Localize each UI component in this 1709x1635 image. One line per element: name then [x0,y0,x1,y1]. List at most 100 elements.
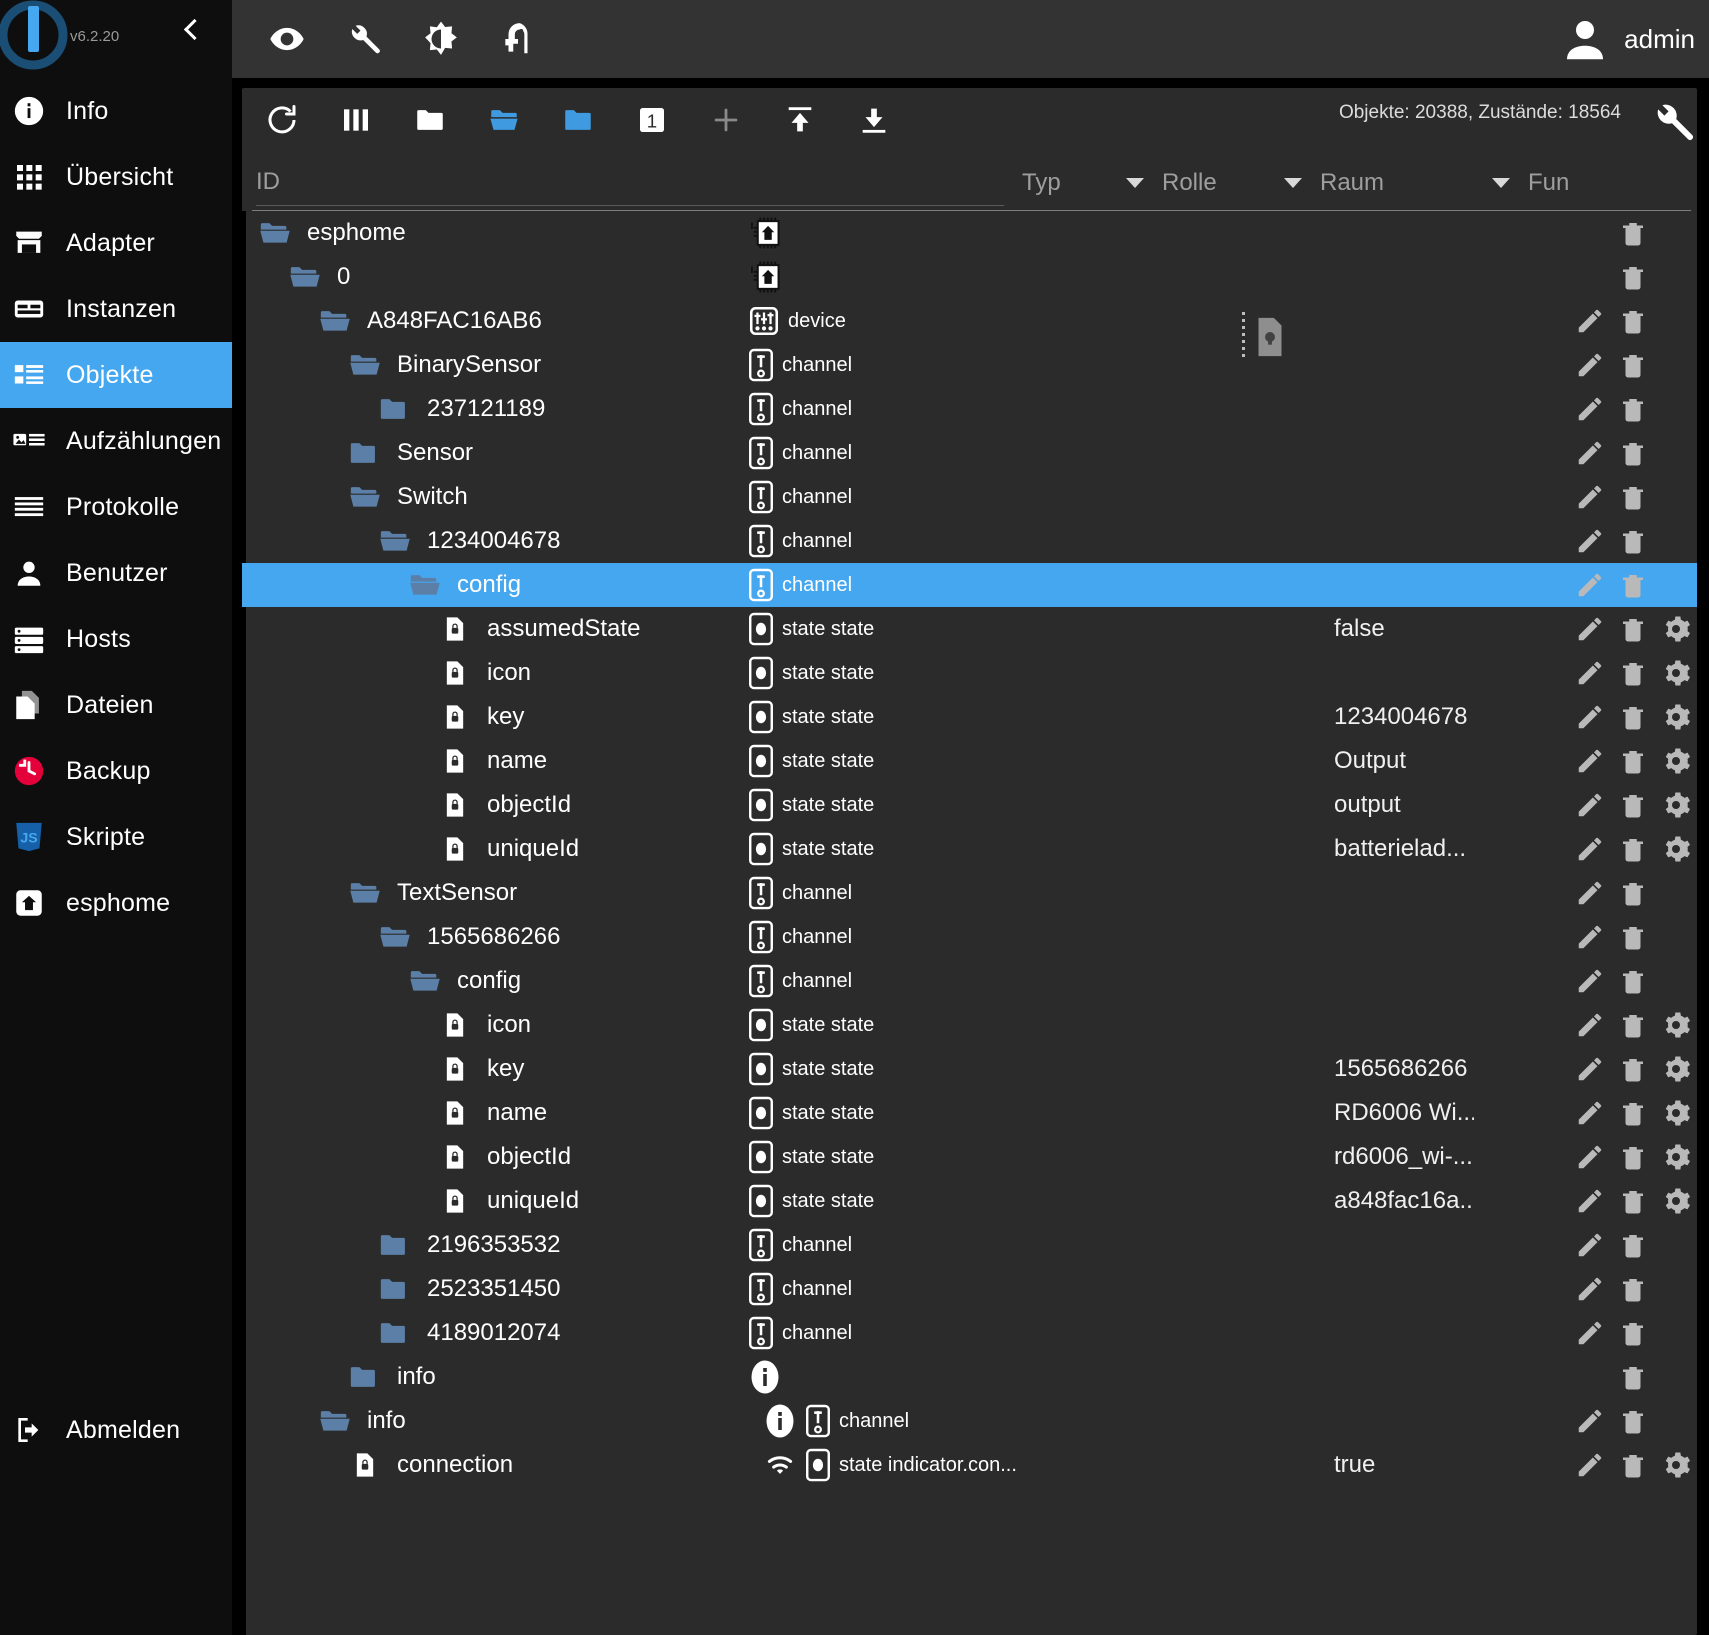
tree-row[interactable]: icon state state [242,651,1697,695]
edit-pencil-icon[interactable] [1575,658,1605,688]
tree-row-id[interactable]: objectId [242,788,571,822]
tree-row[interactable]: info [242,1355,1697,1399]
sidebar-item-objekte[interactable]: Objekte [0,342,232,408]
edit-pencil-icon[interactable] [1575,922,1605,952]
sidebar-item-protokolle[interactable]: Protokolle [0,474,232,540]
wrench-icon[interactable] [343,18,385,60]
delete-trash-icon[interactable] [1618,834,1648,864]
tree-row[interactable]: icon state state [242,1003,1697,1047]
tree-row-id[interactable]: esphome [242,216,406,250]
tree-row-id[interactable]: A848FAC16AB6 [242,304,542,338]
tree-row[interactable]: assumedState state state false [242,607,1697,651]
sidebar-item-backup[interactable]: Backup [0,738,232,804]
edit-pencil-icon[interactable] [1575,702,1605,732]
tree-row-id[interactable]: connection [242,1448,513,1482]
sidebar-item-esphome[interactable]: esphome [0,870,232,936]
tree-row-id[interactable]: 4189012074 [242,1316,560,1350]
delete-trash-icon[interactable] [1618,1098,1648,1128]
edit-pencil-icon[interactable] [1575,526,1605,556]
tree-row-id[interactable]: BinarySensor [242,348,541,382]
edit-pencil-icon[interactable] [1575,1406,1605,1436]
sidebar-item-benutzer[interactable]: Benutzer [0,540,232,606]
delete-trash-icon[interactable] [1618,1230,1648,1260]
tree-row-id[interactable]: 2196353532 [242,1228,560,1262]
tree-row[interactable]: key state state 1234004678 [242,695,1697,739]
tree-row-id[interactable]: key [242,700,524,734]
tree-row-id[interactable]: info [242,1404,406,1438]
tree-row[interactable]: uniqueId state state a848fac16a... [242,1179,1697,1223]
settings-gear-icon[interactable] [1661,834,1691,864]
tree-row[interactable]: objectId state state rd6006_wi-... [242,1135,1697,1179]
edit-pencil-icon[interactable] [1575,1318,1605,1348]
tree-row[interactable]: 4189012074 channel [242,1311,1697,1355]
tree-row-id[interactable]: info [242,1360,436,1394]
delete-trash-icon[interactable] [1618,1406,1648,1436]
delete-trash-icon[interactable] [1618,1142,1648,1172]
upload-icon[interactable] [778,98,822,142]
edit-pencil-icon[interactable] [1575,306,1605,336]
edit-pencil-icon[interactable] [1575,1186,1605,1216]
tree-row-id[interactable]: assumedState [242,612,640,646]
tree-row[interactable]: name state state Output [242,739,1697,783]
sidebar-collapse-button[interactable] [183,18,206,41]
tree-row[interactable]: config channel [242,563,1697,607]
edit-pencil-icon[interactable] [1575,1230,1605,1260]
tree-row[interactable]: name state state RD6006 Wi... [242,1091,1697,1135]
settings-wrench-icon[interactable] [1649,98,1697,151]
tree-row[interactable]: BinarySensor channel [242,343,1697,387]
settings-gear-icon[interactable] [1661,1186,1691,1216]
sidebar-item-aufz-hlungen[interactable]: Aufzählungen [0,408,232,474]
edit-pencil-icon[interactable] [1575,1142,1605,1172]
tree-row-id[interactable]: 2523351450 [242,1272,560,1306]
tree-row[interactable]: 1234004678 channel [242,519,1697,563]
edit-pencil-icon[interactable] [1575,1450,1605,1480]
user-menu[interactable]: admin [1558,0,1695,78]
tree-row-id[interactable]: Switch [242,480,468,514]
delete-trash-icon[interactable] [1618,614,1648,644]
tree-row[interactable]: esphome [242,211,1697,255]
tree-row[interactable]: 2523351450 channel [242,1267,1697,1311]
tree-row[interactable]: config channel [242,959,1697,1003]
delete-trash-icon[interactable] [1618,1054,1648,1084]
tree-row[interactable]: info channel [242,1399,1697,1443]
folder-filled-icon[interactable] [556,98,600,142]
tree-row-id[interactable]: config [242,568,521,602]
folder-closed-icon[interactable] [408,98,452,142]
delete-trash-icon[interactable] [1618,790,1648,820]
settings-gear-icon[interactable] [1661,1098,1691,1128]
settings-gear-icon[interactable] [1661,746,1691,776]
plus-icon[interactable] [704,98,748,142]
folder-open-icon[interactable] [482,98,526,142]
tree-row[interactable]: uniqueId state state batterielad... [242,827,1697,871]
tree-row-id[interactable]: name [242,1096,547,1130]
tree-row[interactable]: key state state 1565686266 [242,1047,1697,1091]
delete-trash-icon[interactable] [1618,1450,1648,1480]
columns-icon[interactable] [334,98,378,142]
tree-row-id[interactable]: 0 [242,260,350,294]
delete-trash-icon[interactable] [1618,218,1648,248]
edit-pencil-icon[interactable] [1575,1098,1605,1128]
sidebar-item--bersicht[interactable]: Übersicht [0,144,232,210]
tree-row-id[interactable]: icon [242,1008,531,1042]
delete-trash-icon[interactable] [1618,746,1648,776]
filter-funktion-select[interactable]: Fun [1528,160,1628,206]
delete-trash-icon[interactable] [1618,1362,1648,1392]
filter-id-input[interactable]: ID [256,160,1004,206]
settings-gear-icon[interactable] [1661,1450,1691,1480]
tree-row[interactable]: connection state indicator.con... true [242,1443,1697,1487]
filter-rolle-select[interactable]: Rolle [1162,160,1302,206]
delete-trash-icon[interactable] [1618,658,1648,688]
tree-row-id[interactable]: key [242,1052,524,1086]
tree-row-id[interactable]: objectId [242,1140,571,1174]
settings-gear-icon[interactable] [1661,614,1691,644]
eye-icon[interactable] [266,18,308,60]
tree-row[interactable]: 1565686266 channel [242,915,1697,959]
refresh-icon[interactable] [260,98,304,142]
delete-trash-icon[interactable] [1618,1186,1648,1216]
tree-row[interactable]: TextSensor channel [242,871,1697,915]
filter-typ-select[interactable]: Typ [1022,160,1144,206]
tree-row-id[interactable]: icon [242,656,531,690]
filter-raum-select[interactable]: Raum [1320,160,1510,206]
brightness-icon[interactable] [420,18,462,60]
settings-gear-icon[interactable] [1661,658,1691,688]
